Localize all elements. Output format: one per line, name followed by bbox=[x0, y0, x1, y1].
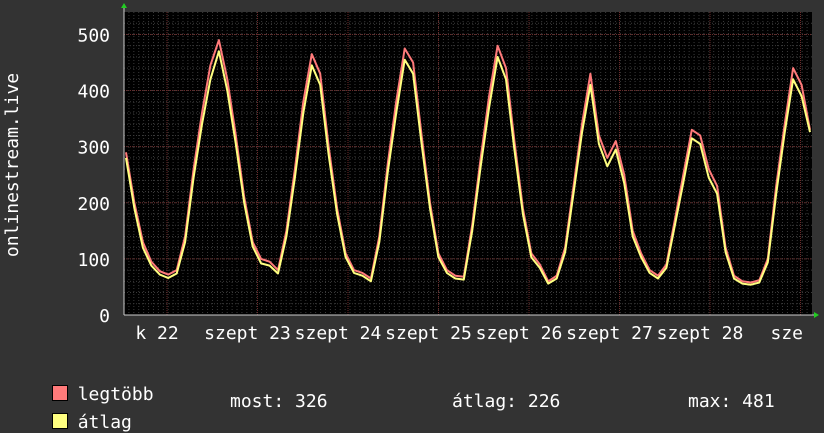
y-axis-label: onlinestream.live bbox=[2, 73, 23, 257]
x-tick-label: szept 27 bbox=[566, 323, 653, 344]
x-tick-label: szept 25 bbox=[385, 323, 472, 344]
stat-most: most: 326 bbox=[230, 391, 328, 412]
y-tick-label: 500 bbox=[77, 25, 110, 46]
y-tick-label: 0 bbox=[99, 306, 110, 327]
y-axis-arrow bbox=[121, 3, 127, 8]
stat-max: max: 481 bbox=[688, 391, 775, 412]
legend-item-atlag: átlag bbox=[30, 391, 132, 433]
x-tick-label: szept 26 bbox=[476, 323, 563, 344]
x-tick-label: k 22 bbox=[135, 323, 178, 344]
y-tick-label: 200 bbox=[77, 194, 110, 215]
y-tick-label: 300 bbox=[77, 138, 110, 159]
y-tick-label: 400 bbox=[77, 82, 110, 103]
legend-swatch-atlag bbox=[51, 413, 68, 429]
x-tick-label: szept 24 bbox=[295, 323, 382, 344]
x-axis-arrow bbox=[814, 312, 819, 318]
y-tick-label: 100 bbox=[77, 250, 110, 271]
stat-atlag: átlag: 226 bbox=[452, 391, 561, 412]
x-tick-label: szept 23 bbox=[204, 323, 291, 344]
x-tick-label: szept 28 bbox=[657, 323, 744, 344]
x-tick-label: sze bbox=[771, 323, 804, 344]
